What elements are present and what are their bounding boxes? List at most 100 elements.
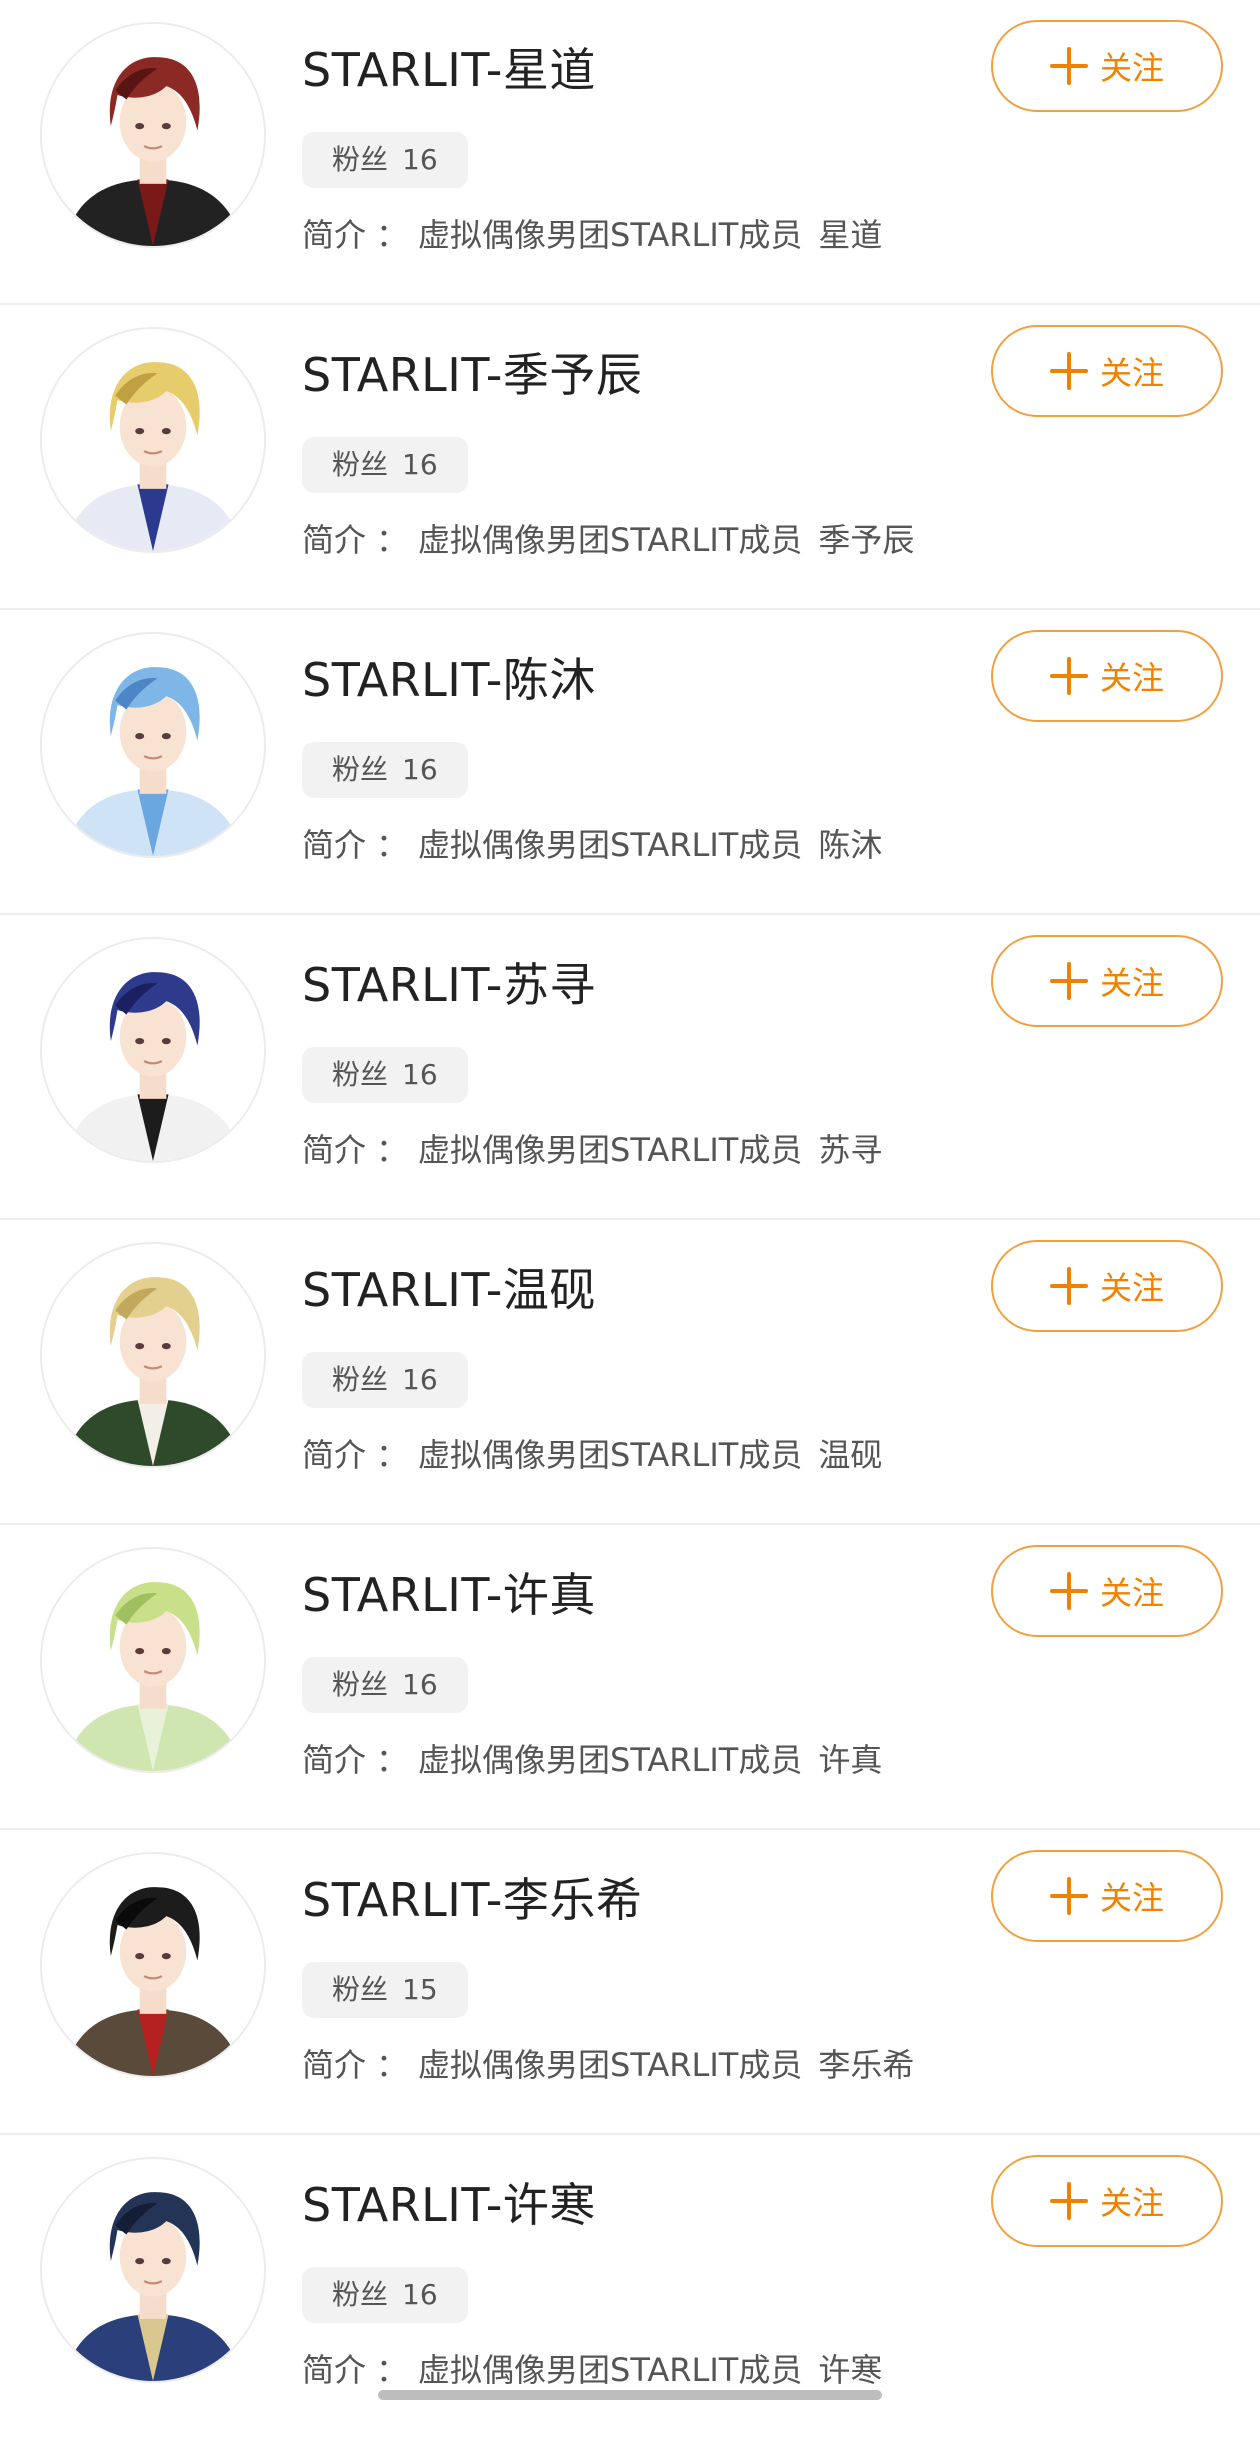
intro-text: 简介：虚拟偶像男团STARLIT成员 苏寻 [302,1127,882,1173]
intro-prefix: 虚拟偶像男团STARLIT成员 [418,521,803,559]
list-item[interactable]: STARLIT-温砚 粉丝 16 简介：虚拟偶像男团STARLIT成员 温砚 关注 [0,1220,1260,1525]
follow-label: 关注 [1099,659,1164,697]
fans-label: 粉丝 [332,753,389,786]
avatar[interactable] [40,1242,266,1468]
plus-icon [1049,962,1088,1000]
intro-label: 简介 [302,1436,367,1474]
account-name[interactable]: STARLIT-温砚 [302,1260,596,1320]
intro-prefix: 虚拟偶像男团STARLIT成员 [418,1436,803,1474]
fans-badge: 粉丝 16 [302,437,468,493]
follow-button[interactable]: 关注 [991,630,1223,722]
follow-label: 关注 [1099,1879,1164,1917]
plus-icon [1049,657,1088,695]
follow-label: 关注 [1099,354,1164,392]
avatar-image [42,634,264,856]
fans-badge: 粉丝 16 [302,132,468,188]
intro-member-name: 许真 [818,1741,883,1779]
intro-text: 简介：虚拟偶像男团STARLIT成员 许寒 [302,2347,882,2393]
home-indicator[interactable] [378,2390,882,2400]
list-item[interactable]: STARLIT-李乐希 粉丝 15 简介：虚拟偶像男团STARLIT成员 李乐希 … [0,1830,1260,2135]
plus-icon [1049,352,1088,390]
fans-count: 15 [402,1973,438,2006]
account-name[interactable]: STARLIT-季予辰 [302,345,642,405]
plus-icon [1049,2182,1088,2220]
follow-label: 关注 [1099,49,1164,87]
account-name[interactable]: STARLIT-苏寻 [302,955,596,1015]
intro-separator: ： [376,1131,409,1169]
fans-label: 粉丝 [332,143,389,176]
intro-separator: ： [376,826,409,864]
intro-text: 简介：虚拟偶像男团STARLIT成员 许真 [302,1737,882,1783]
intro-text: 简介：虚拟偶像男团STARLIT成员 季予辰 [302,517,914,563]
fans-label: 粉丝 [332,2278,389,2311]
follow-button[interactable]: 关注 [991,1240,1223,1332]
avatar[interactable] [40,327,266,553]
fans-label: 粉丝 [332,1973,389,2006]
account-name[interactable]: STARLIT-许真 [302,1565,596,1625]
fans-count: 16 [402,448,438,481]
intro-label: 简介 [302,2351,367,2389]
fans-count: 16 [402,2278,438,2311]
intro-label: 简介 [302,216,367,254]
fans-count: 16 [402,1668,438,1701]
intro-text: 简介：虚拟偶像男团STARLIT成员 李乐希 [302,2042,914,2088]
avatar[interactable] [40,1852,266,2078]
follow-label: 关注 [1099,1574,1164,1612]
follow-button[interactable]: 关注 [991,1545,1223,1637]
intro-label: 简介 [302,521,367,559]
list-item[interactable]: STARLIT-季予辰 粉丝 16 简介：虚拟偶像男团STARLIT成员 季予辰 … [0,305,1260,610]
avatar-image [42,329,264,551]
intro-label: 简介 [302,2046,367,2084]
plus-icon [1049,1877,1088,1915]
account-name[interactable]: STARLIT-李乐希 [302,1870,642,1930]
avatar[interactable] [40,22,266,248]
list-item[interactable]: STARLIT-许真 粉丝 16 简介：虚拟偶像男团STARLIT成员 许真 关注 [0,1525,1260,1830]
intro-member-name: 陈沐 [818,826,883,864]
follow-label: 关注 [1099,2184,1164,2222]
fans-count: 16 [402,143,438,176]
fans-count: 16 [402,1058,438,1091]
intro-label: 简介 [302,1131,367,1169]
fans-count: 16 [402,753,438,786]
follow-button[interactable]: 关注 [991,20,1223,112]
fans-badge: 粉丝 16 [302,742,468,798]
fans-label: 粉丝 [332,448,389,481]
intro-member-name: 星道 [818,216,883,254]
intro-member-name: 许寒 [818,2351,883,2389]
fans-badge: 粉丝 16 [302,1657,468,1713]
account-list: STARLIT-星道 粉丝 16 简介：虚拟偶像男团STARLIT成员 星道 关注 [0,0,1260,2440]
follow-button[interactable]: 关注 [991,325,1223,417]
avatar[interactable] [40,937,266,1163]
intro-separator: ： [376,521,409,559]
intro-member-name: 季予辰 [818,521,915,559]
avatar[interactable] [40,632,266,858]
follow-button[interactable]: 关注 [991,2155,1223,2247]
account-name[interactable]: STARLIT-陈沐 [302,650,596,710]
intro-prefix: 虚拟偶像男团STARLIT成员 [418,2351,803,2389]
fans-count: 16 [402,1363,438,1396]
intro-member-name: 苏寻 [818,1131,883,1169]
intro-prefix: 虚拟偶像男团STARLIT成员 [418,826,803,864]
account-name[interactable]: STARLIT-星道 [302,40,596,100]
intro-prefix: 虚拟偶像男团STARLIT成员 [418,1741,803,1779]
intro-separator: ： [376,216,409,254]
follow-button[interactable]: 关注 [991,1850,1223,1942]
intro-text: 简介：虚拟偶像男团STARLIT成员 陈沐 [302,822,882,868]
account-name[interactable]: STARLIT-许寒 [302,2175,596,2235]
intro-prefix: 虚拟偶像男团STARLIT成员 [418,216,803,254]
fans-badge: 粉丝 15 [302,1962,468,2018]
intro-separator: ： [376,1741,409,1779]
intro-label: 简介 [302,826,367,864]
avatar-image [42,1549,264,1771]
avatar[interactable] [40,2157,266,2383]
list-item[interactable]: STARLIT-陈沐 粉丝 16 简介：虚拟偶像男团STARLIT成员 陈沐 关注 [0,610,1260,915]
plus-icon [1049,1572,1088,1610]
avatar[interactable] [40,1547,266,1773]
avatar-image [42,939,264,1161]
list-item[interactable]: STARLIT-星道 粉丝 16 简介：虚拟偶像男团STARLIT成员 星道 关注 [0,0,1260,305]
fans-label: 粉丝 [332,1363,389,1396]
fans-badge: 粉丝 16 [302,1047,468,1103]
avatar-image [42,1854,264,2076]
list-item[interactable]: STARLIT-苏寻 粉丝 16 简介：虚拟偶像男团STARLIT成员 苏寻 关注 [0,915,1260,1220]
follow-button[interactable]: 关注 [991,935,1223,1027]
